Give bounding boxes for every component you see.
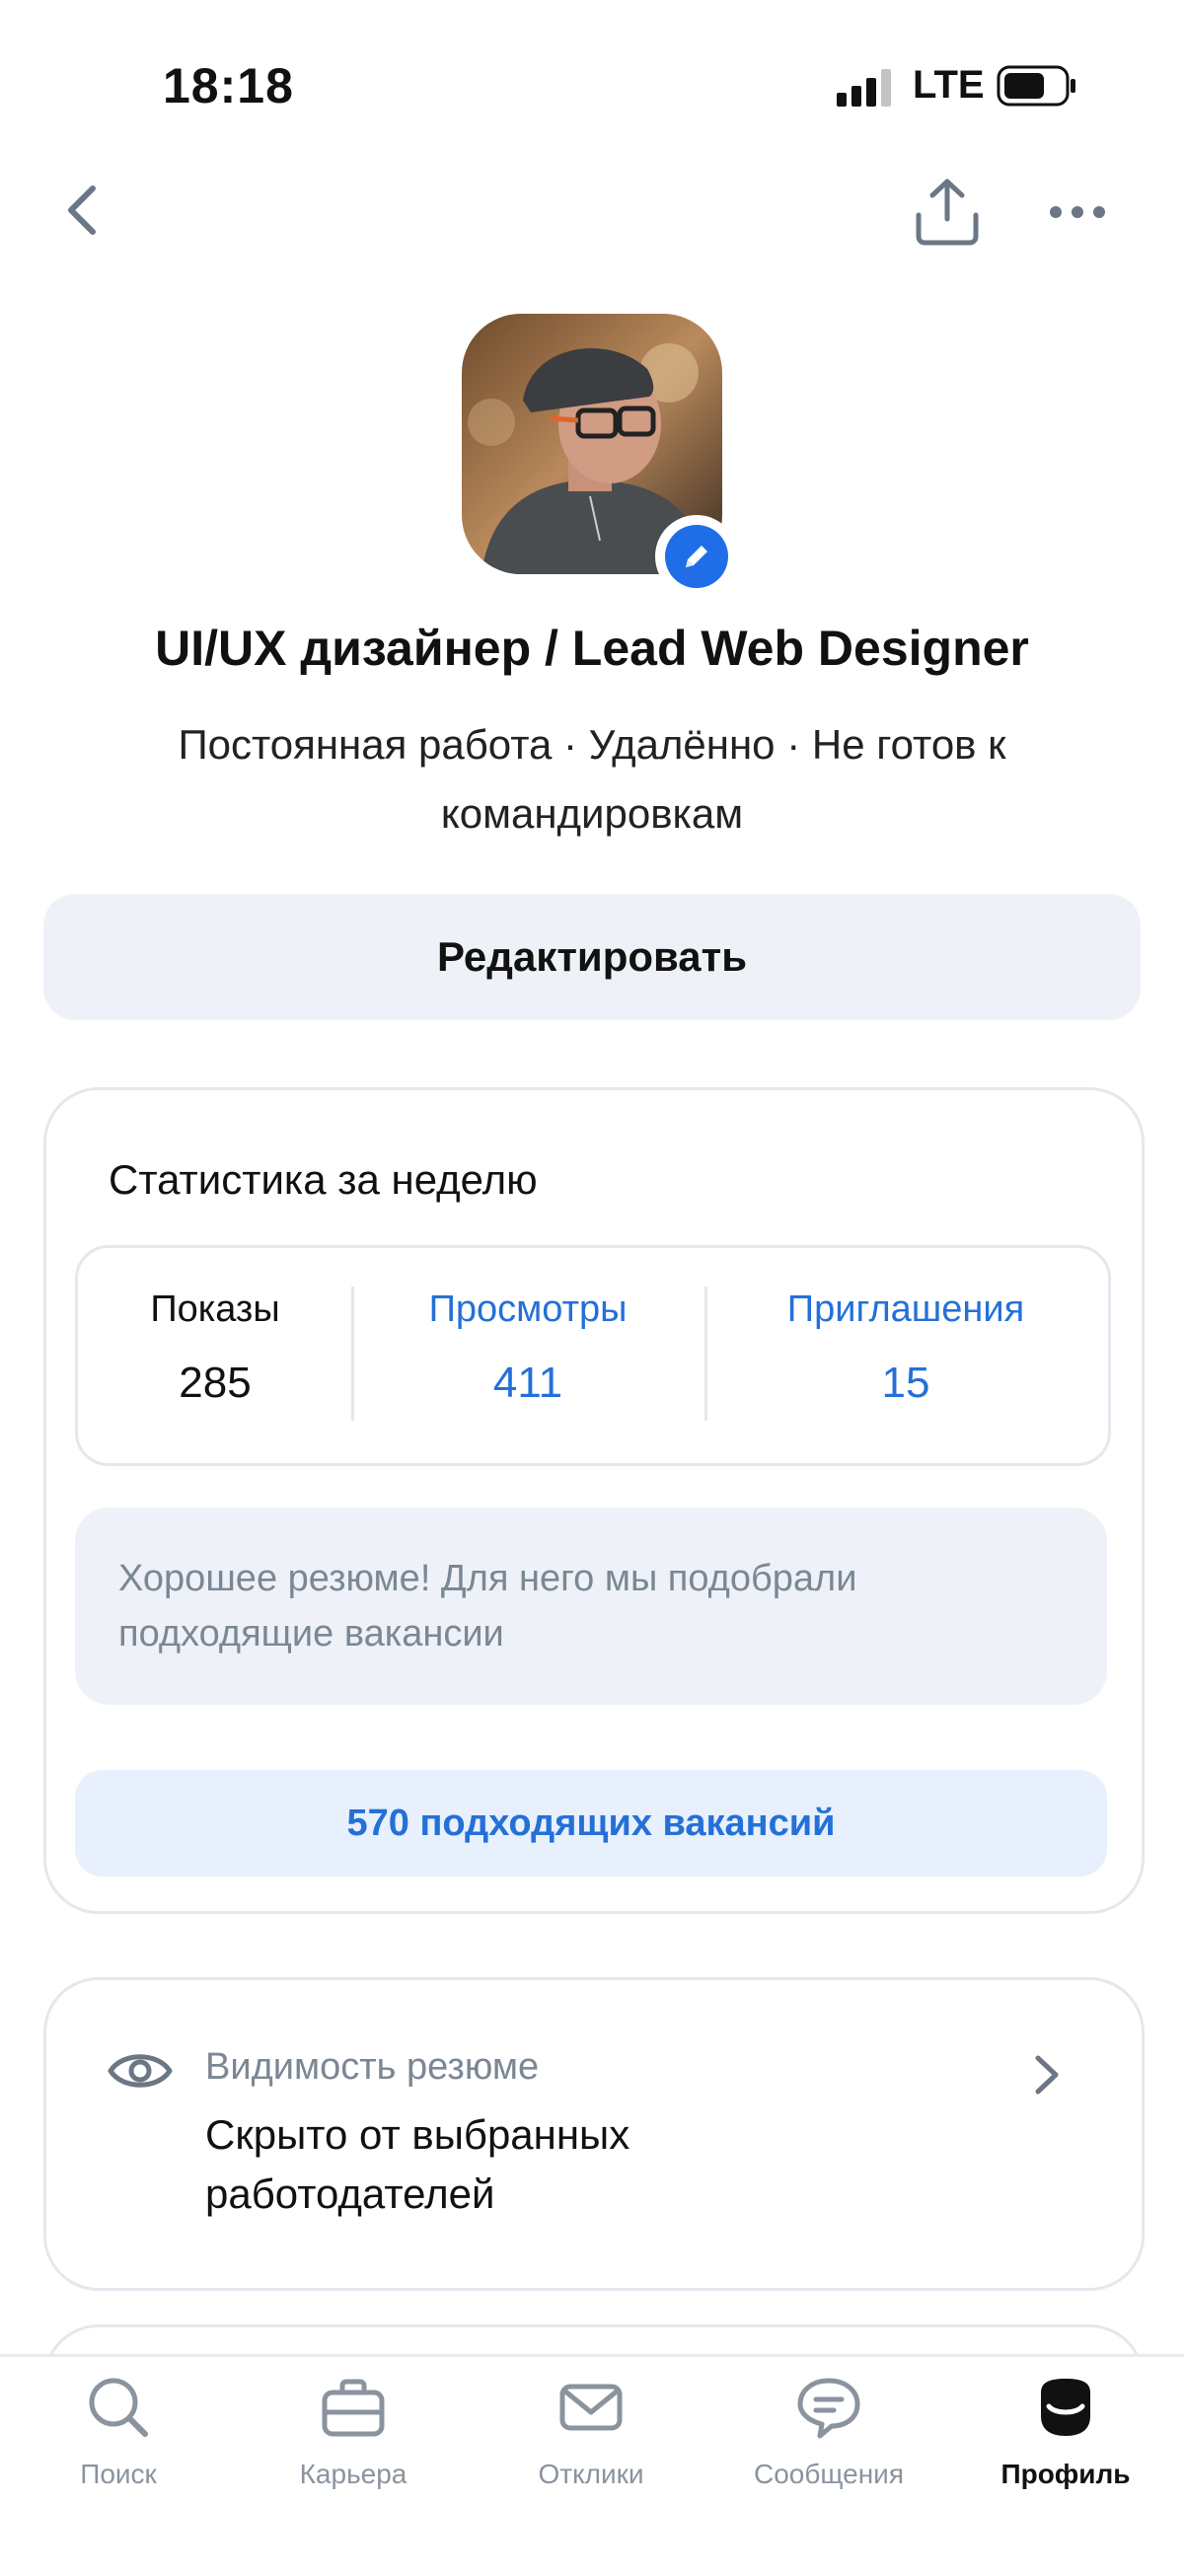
stat-views[interactable]: Просмотры 411 [360,1288,696,1408]
profile-icon [1041,2379,1090,2436]
status-time: 18:18 [163,58,294,113]
briefcase-icon [322,2379,385,2437]
chat-icon [797,2378,860,2439]
tab-search[interactable]: Поиск [20,2368,217,2490]
tab-messages[interactable]: Сообщения [730,2368,927,2490]
visibility-label: Видимость резюме [205,2046,540,2088]
stat-value: 285 [179,1359,252,1407]
tab-label: Отклики [538,2459,644,2489]
eye-icon [108,2054,173,2088]
tab-profile[interactable]: Профиль [967,2368,1164,2490]
envelope-icon [559,2384,623,2431]
back-arrow-icon[interactable] [59,181,109,240]
cellular-signal-icon [837,69,891,107]
chevron-right-icon[interactable] [1026,2050,1066,2099]
share-icon[interactable] [913,176,982,247]
resume-title: UI/UX дизайнер / Lead Web Designer [155,621,1029,676]
stat-invitations[interactable]: Приглашения 15 [738,1288,1073,1408]
edit-avatar-button[interactable] [655,515,738,598]
tab-label: Профиль [1000,2459,1131,2489]
battery-icon [997,65,1075,107]
tab-label: Карьера [299,2459,407,2489]
stat-divider [351,1287,354,1421]
network-type: LTE [913,63,985,107]
stat-label: Показы [150,1288,280,1330]
stats-title: Статистика за неделю [109,1156,538,1203]
stat-value: 15 [881,1359,930,1407]
tab-label: Поиск [80,2459,157,2489]
search-icon [89,2378,148,2437]
tip-text: Хорошее резюме! Для него мы подобрали по… [118,1558,857,1655]
stat-divider [704,1287,707,1421]
pencil-icon [686,546,707,567]
stat-label: Просмотры [428,1288,628,1330]
tab-label: Сообщения [754,2459,904,2489]
tab-career[interactable]: Карьера [255,2368,452,2490]
matching-vacancies-button[interactable]: 570 подходящих вакансий [75,1770,1107,1877]
tab-responses[interactable]: Отклики [492,2368,690,2490]
stat-value: 411 [492,1359,563,1407]
visibility-value: Скрыто от выбранных работодателей [205,2111,630,2217]
stat-impressions: Показы 285 [47,1288,383,1408]
stat-label: Приглашения [786,1288,1025,1330]
resume-subtitle: Постоянная работа · Удалённо · Не готов … [178,721,1006,837]
edit-resume-button[interactable]: Редактировать [43,894,1141,1020]
more-dots-icon[interactable] [1048,197,1107,227]
